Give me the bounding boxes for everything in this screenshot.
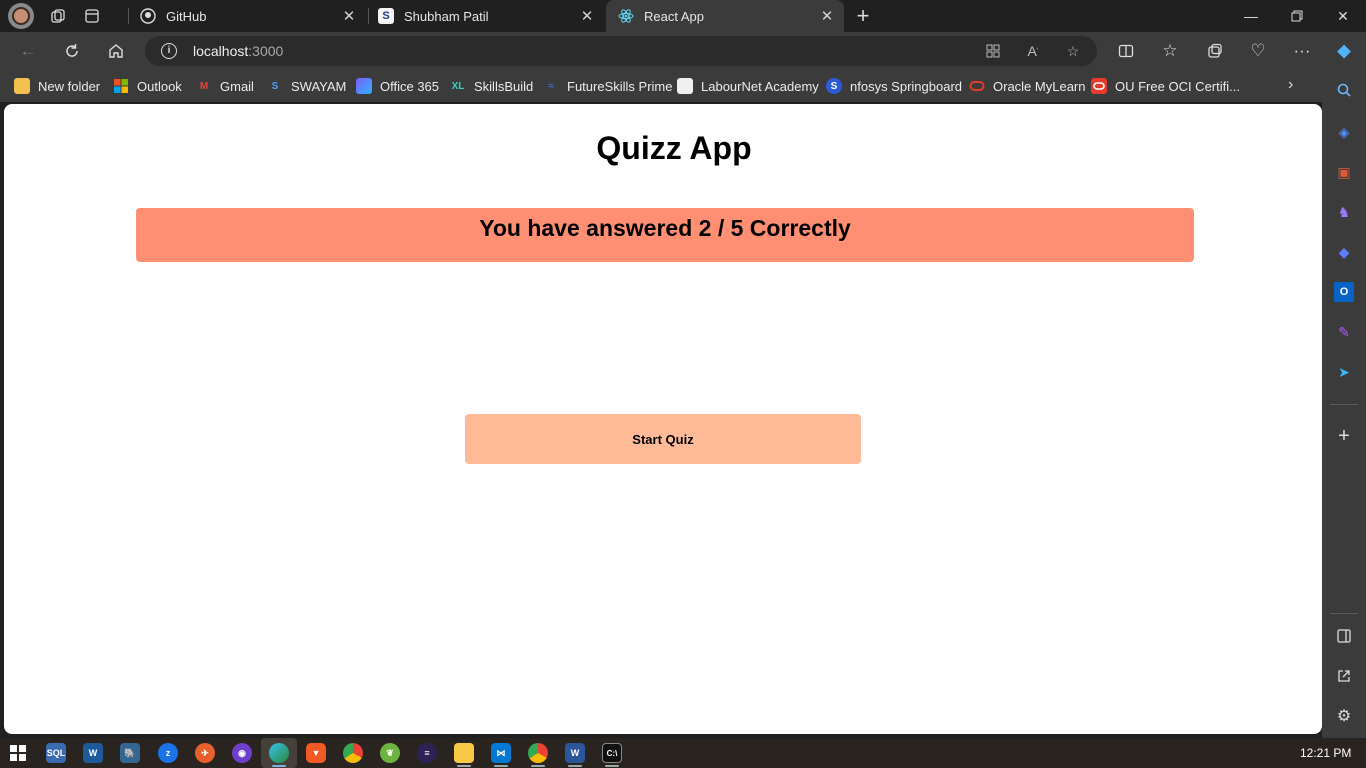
bookmarks-bar: New folder Outlook M Gmail S SWAYAM Offi… (0, 70, 1322, 102)
site-info-icon[interactable]: i (161, 43, 177, 59)
chevron-right-icon[interactable]: › (1288, 76, 1293, 94)
oracle-icon (1091, 78, 1107, 94)
eclipse-icon[interactable]: ≡ (417, 743, 437, 763)
chrome-icon[interactable] (343, 743, 363, 763)
favorite-star-icon[interactable]: ☆ (1064, 42, 1082, 60)
taskbar-clock[interactable]: 12:21 PM (1300, 746, 1351, 760)
microsoft-icon (113, 78, 129, 94)
office-icon (356, 78, 372, 94)
copilot-icon[interactable]: ◆ (1332, 39, 1356, 63)
springboard-icon: S (826, 78, 842, 94)
command-prompt-icon[interactable]: C:\ (602, 743, 622, 763)
github-icon (140, 8, 156, 24)
edge-sidebar: ◈ ▣ ♞ ◆ O ✎ ➤ + ⚙ (1322, 70, 1366, 738)
restore-button[interactable] (1274, 0, 1320, 32)
bookmark-springboard[interactable]: S nfosys Springboard (826, 77, 962, 95)
page-icon (677, 78, 693, 94)
bookmark-ou-free-oci[interactable]: OU Free OCI Certifi... (1091, 77, 1240, 95)
new-tab-button[interactable]: + (851, 3, 875, 28)
designer-icon[interactable]: ✎ (1334, 322, 1354, 342)
collections-icon[interactable] (1203, 39, 1227, 63)
bookmark-gmail[interactable]: M Gmail (196, 77, 254, 95)
file-explorer-icon[interactable] (454, 743, 474, 763)
refresh-icon[interactable] (60, 39, 84, 63)
s-icon: S (378, 8, 394, 24)
external-link-icon[interactable] (1334, 666, 1354, 686)
close-window-button[interactable]: ✕ (1320, 0, 1366, 32)
tab-react-app[interactable]: React App ✕ (606, 0, 844, 32)
settings-gear-icon[interactable]: ⚙ (1334, 706, 1354, 726)
bookmark-labournet-academy[interactable]: LabourNet Academy (677, 77, 819, 95)
drop-send-icon[interactable]: ➤ (1334, 362, 1354, 382)
postman-icon[interactable]: ✈ (195, 743, 215, 763)
edge-icon[interactable] (269, 743, 289, 763)
outlook-icon[interactable]: O (1334, 282, 1354, 302)
zoom-icon[interactable]: z (158, 743, 178, 763)
search-icon[interactable] (1334, 80, 1354, 100)
back-arrow-icon[interactable]: ← (16, 39, 40, 63)
swayam-icon: S (271, 80, 279, 92)
apps-icon[interactable] (984, 42, 1002, 60)
windows-start-icon[interactable] (10, 745, 26, 761)
start-quiz-button[interactable]: Start Quiz (465, 414, 861, 464)
github-desktop-icon[interactable]: ◉ (232, 743, 252, 763)
home-icon[interactable] (104, 39, 128, 63)
hide-sidebar-icon[interactable] (1334, 626, 1354, 646)
microsoft-365-icon[interactable]: ◆ (1334, 242, 1354, 262)
bookmark-oracle-mylearn[interactable]: Oracle MyLearn (969, 77, 1085, 95)
games-icon[interactable]: ♞ (1334, 202, 1354, 222)
bookmark-skillsbuild[interactable]: XL SkillsBuild (450, 77, 534, 95)
read-aloud-icon[interactable]: Aʼ (1024, 42, 1042, 60)
chrome-profile-icon[interactable] (528, 743, 548, 763)
add-sidebar-app-icon[interactable]: + (1334, 425, 1354, 447)
app-title: Quizz App (596, 130, 752, 166)
word-icon[interactable]: W (565, 743, 585, 763)
tab-title: Shubham Patil (404, 8, 489, 24)
sql-icon[interactable]: SQL (46, 743, 66, 763)
bookmark-outlook[interactable]: Outlook (113, 77, 182, 95)
postgresql-icon[interactable]: 🐘 (120, 743, 140, 763)
futureskills-icon: ≈ (548, 80, 554, 92)
close-tab-icon[interactable]: ✕ (576, 5, 598, 27)
bookmark-office-365[interactable]: Office 365 (356, 77, 439, 95)
brave-icon[interactable]: ▼ (306, 743, 326, 763)
result-banner: You have answered 2 / 5 Correctly (136, 208, 1194, 262)
bookmark-futureskills-prime[interactable]: ≈ FutureSkills Prime (543, 77, 672, 95)
result-message: You have answered 2 / 5 Correctly (479, 215, 851, 241)
url-text: localhost:3000 (193, 43, 284, 59)
address-bar[interactable]: i localhost:3000 Aʼ ☆ (145, 36, 1097, 66)
tab-github[interactable]: GitHub ✕ (128, 0, 366, 32)
tab-title: React App (644, 8, 704, 24)
windows-taskbar: SQL W 🐘 z ✈ ◉ ▼ ❦ ≡ ⋈ W C:\ 12:21 PM (0, 738, 1366, 768)
favorites-icon[interactable]: ☆ (1158, 39, 1182, 63)
minimize-button[interactable]: — (1228, 0, 1274, 32)
spring-tools-icon[interactable]: ❦ (380, 743, 400, 763)
mysql-workbench-icon[interactable]: W (83, 743, 103, 763)
close-tab-icon[interactable]: ✕ (338, 5, 360, 27)
bookmark-swayam[interactable]: S SWAYAM (267, 77, 347, 95)
page-viewport: Quizz App You have answered 2 / 5 Correc… (4, 104, 1322, 734)
react-icon (618, 8, 634, 24)
skillsbuild-icon: XL (451, 80, 465, 92)
more-menu-icon[interactable]: ··· (1290, 39, 1314, 63)
browser-essentials-icon[interactable]: ♡ (1246, 39, 1270, 63)
folder-icon (14, 78, 30, 94)
navigation-bar: ← i localhost:3000 Aʼ ☆ ☆ ♡ ··· ◆ (0, 32, 1366, 70)
gmail-icon: M (199, 80, 209, 92)
tab-title: GitHub (166, 8, 207, 24)
profile-avatar[interactable] (8, 3, 34, 29)
tab-actions-icon[interactable] (82, 6, 102, 26)
close-tab-icon[interactable]: ✕ (816, 5, 838, 27)
tab-shubham-patil[interactable]: S Shubham Patil ✕ (366, 0, 604, 32)
vscode-icon[interactable]: ⋈ (491, 743, 511, 763)
split-screen-icon[interactable] (1114, 39, 1138, 63)
oracle-icon (969, 78, 985, 94)
bookmark-new-folder[interactable]: New folder (14, 77, 100, 95)
workspaces-icon[interactable] (48, 6, 68, 26)
